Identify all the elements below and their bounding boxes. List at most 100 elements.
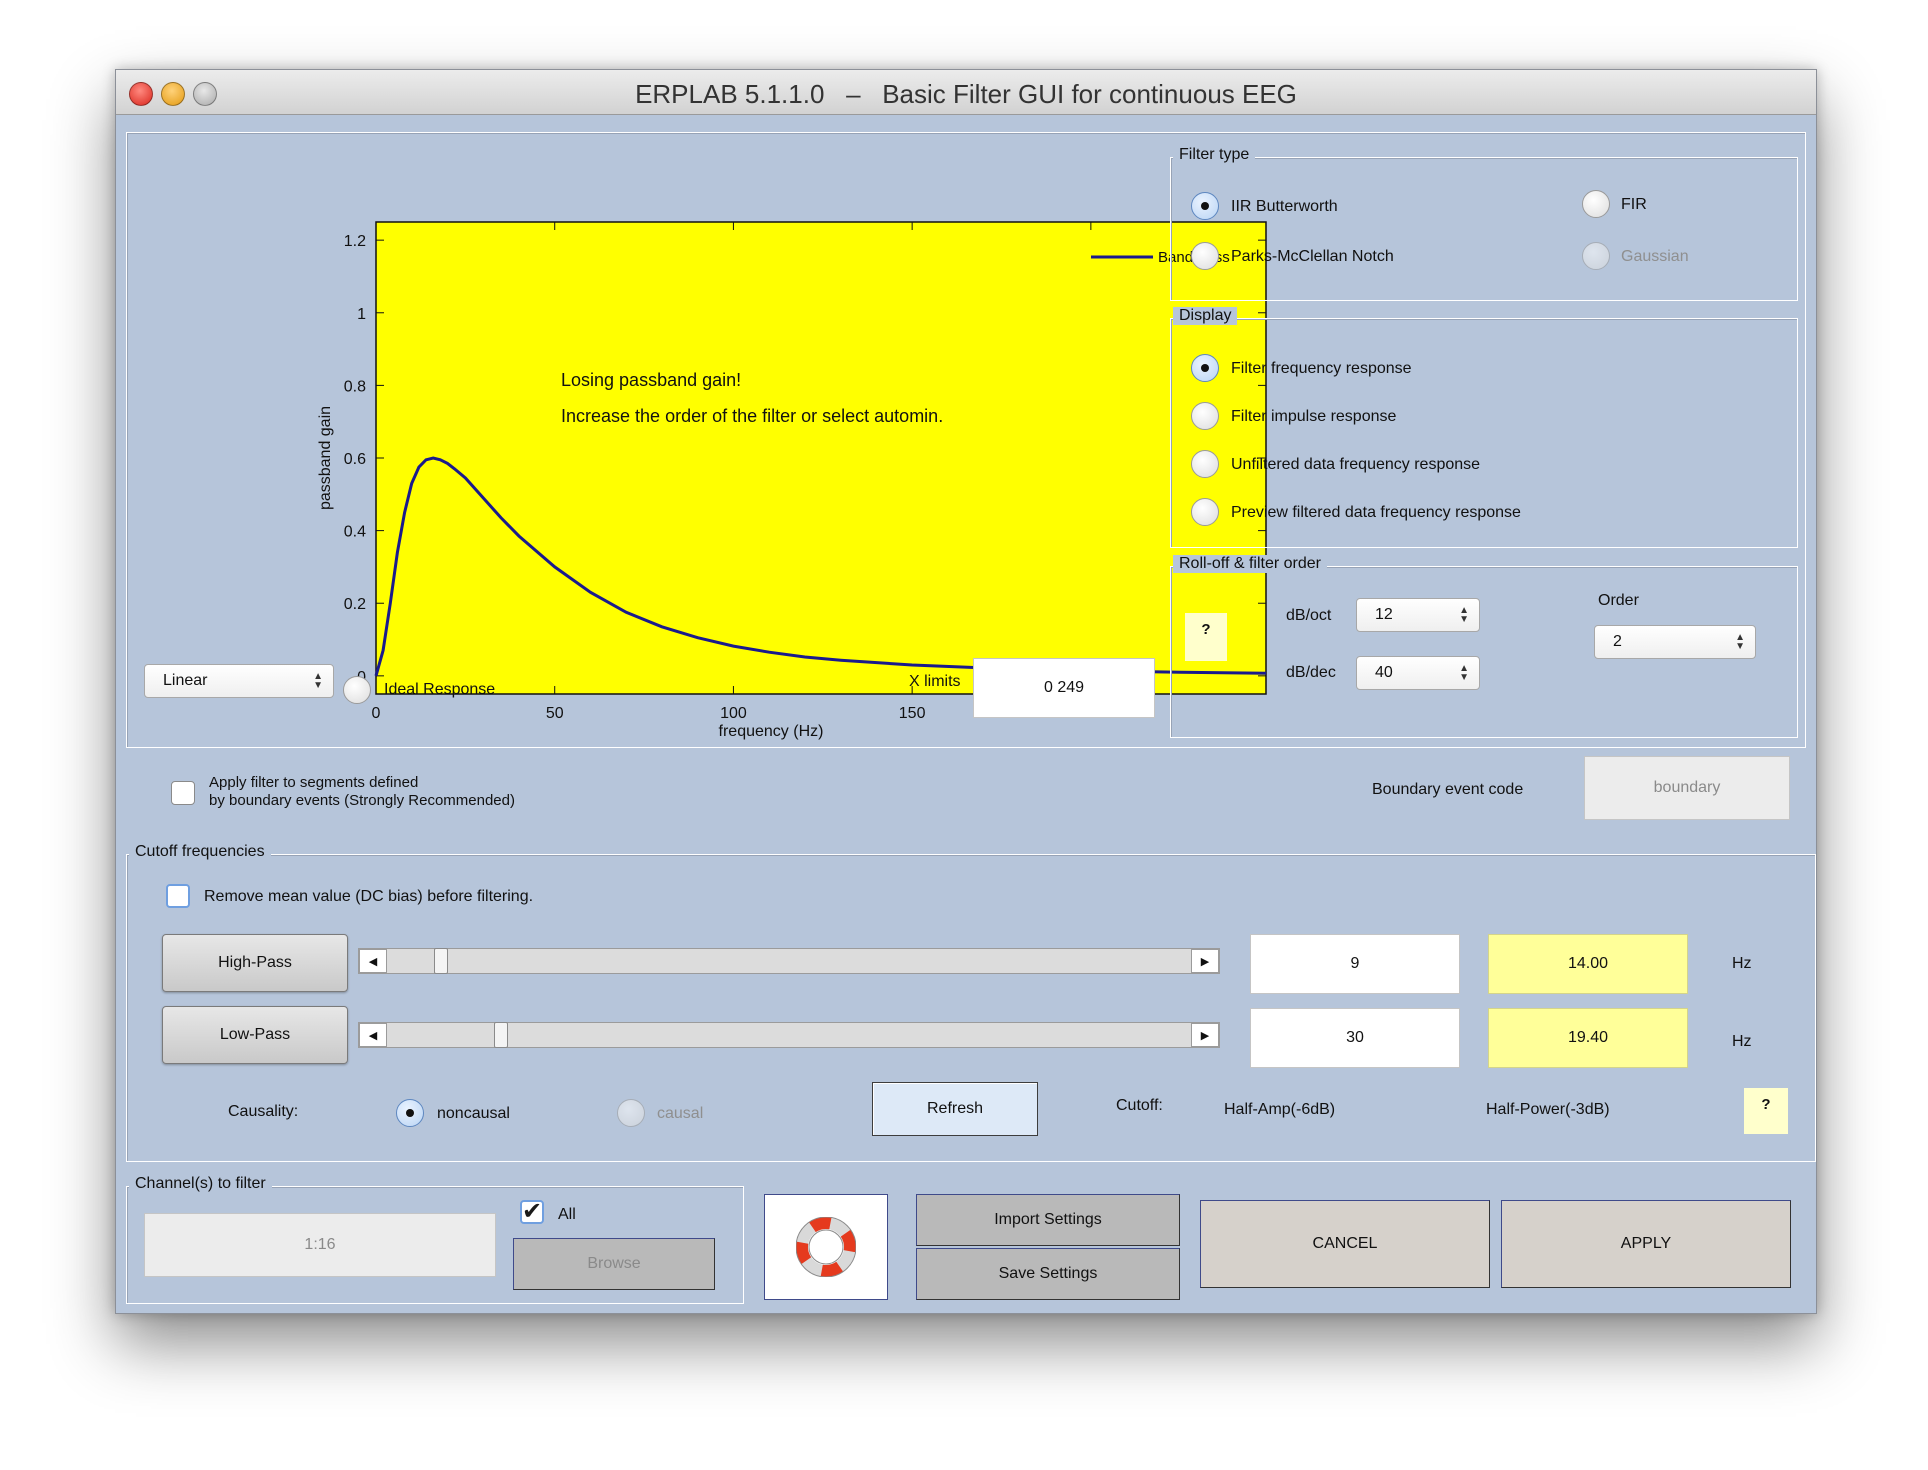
plot-area <box>375 221 1267 695</box>
apply-button[interactable]: APPLY <box>1501 1200 1791 1288</box>
refresh-button[interactable]: Refresh <box>872 1082 1038 1136</box>
gaussian-label: Gaussian <box>1621 248 1689 265</box>
remove-mean-label: Remove mean value (DC bias) before filte… <box>204 888 534 905</box>
causality-label: Causality: <box>228 1103 299 1120</box>
y-tick-label: 0.2 <box>344 596 366 613</box>
browse-button[interactable]: Browse <box>513 1238 715 1290</box>
parks-mcclellan-radio[interactable] <box>1191 242 1219 270</box>
slider-left-arrow-icon[interactable]: ◀ <box>359 1023 387 1047</box>
highpass-halfpower-value: 14.00 <box>1488 934 1688 994</box>
y-tick-label: 1 <box>357 306 366 323</box>
display-title: Display <box>1173 307 1238 325</box>
dboct-select[interactable]: 12 ▲ ▼ <box>1356 598 1480 632</box>
channels-title: Channel(s) to filter <box>129 1175 272 1193</box>
gaussian-radio[interactable] <box>1582 242 1610 270</box>
dbdec-label: dB/dec <box>1286 664 1336 681</box>
display-frequency-response-radio[interactable] <box>1191 354 1219 382</box>
display-unfiltered-data-radio[interactable] <box>1191 450 1219 478</box>
hint-annotation: Increase the order of the filter or sele… <box>561 406 943 426</box>
iir-butterworth-radio[interactable] <box>1191 192 1219 220</box>
boundary-event-code-input[interactable]: boundary <box>1584 756 1790 820</box>
xlimits-input[interactable]: 0 249 <box>973 658 1155 718</box>
cutoff-label: Cutoff: <box>1116 1097 1163 1114</box>
display-impulse-response-radio[interactable] <box>1191 402 1219 430</box>
cutoff-help-button[interactable]: ? <box>1744 1088 1788 1134</box>
x-tick-label: 0 <box>372 705 381 722</box>
all-channels-label: All <box>558 1206 576 1223</box>
warning-annotation: Losing passband gain! <box>561 370 741 390</box>
dboct-label: dB/oct <box>1286 607 1332 624</box>
title-bar: ERPLAB 5.1.1.0 – Basic Filter GUI for co… <box>116 70 1816 115</box>
highpass-input[interactable]: 9 <box>1250 934 1460 994</box>
filter-window: ERPLAB 5.1.1.0 – Basic Filter GUI for co… <box>115 69 1817 1314</box>
display-frequency-response-label: Filter frequency response <box>1231 360 1412 377</box>
lowpass-halfpower-value: 19.40 <box>1488 1008 1688 1068</box>
lifebuoy-icon <box>796 1217 856 1277</box>
parks-mcclellan-label: Parks-McClellan Notch <box>1231 248 1394 265</box>
order-select[interactable]: 2 ▲ ▼ <box>1594 625 1756 659</box>
y-tick-label: 0.4 <box>344 524 366 541</box>
lowpass-button[interactable]: Low-Pass <box>162 1006 348 1064</box>
checkmark-icon: ✔ <box>521 1198 543 1225</box>
dbdec-select[interactable]: 40 ▲ ▼ <box>1356 656 1480 690</box>
half-power-label: Half-Power(-3dB) <box>1486 1101 1610 1118</box>
window-title: ERPLAB 5.1.1.0 – Basic Filter GUI for co… <box>635 79 1297 109</box>
scale-select[interactable]: Linear ▲ ▼ <box>144 664 334 698</box>
cancel-button[interactable]: CANCEL <box>1200 1200 1490 1288</box>
half-amp-label: Half-Amp(-6dB) <box>1224 1101 1336 1118</box>
rolloff-title: Roll-off & filter order <box>1173 555 1327 573</box>
slider-left-arrow-icon[interactable]: ◀ <box>359 949 387 973</box>
scale-select-value: Linear <box>163 672 208 689</box>
select-arrows-icon: ▲ ▼ <box>313 671 323 691</box>
filter-type-title: Filter type <box>1173 146 1256 164</box>
x-axis-label: frequency (Hz) <box>719 723 824 740</box>
causal-label: causal <box>657 1105 704 1122</box>
fir-radio[interactable] <box>1582 190 1610 218</box>
y-tick-label: 0.6 <box>344 451 366 468</box>
ideal-response-radio[interactable] <box>343 676 371 704</box>
lowpass-input[interactable]: 30 <box>1250 1008 1460 1068</box>
boundary-label-line1: Apply filter to segments defined <box>209 774 419 791</box>
help-button[interactable] <box>764 1194 888 1300</box>
causal-radio[interactable] <box>617 1099 645 1127</box>
channels-input[interactable]: 1:16 <box>144 1213 496 1277</box>
highpass-slider[interactable]: ◀ ▶ <box>358 948 1220 974</box>
x-tick-label: 100 <box>720 705 747 722</box>
y-tick-label: 0.8 <box>344 378 366 395</box>
save-settings-button[interactable]: Save Settings <box>916 1248 1180 1300</box>
y-tick-label: 1.2 <box>344 233 366 250</box>
remove-mean-checkbox[interactable] <box>166 884 190 908</box>
highpass-button[interactable]: High-Pass <box>162 934 348 992</box>
slider-right-arrow-icon[interactable]: ▶ <box>1191 1023 1219 1047</box>
import-settings-button[interactable]: Import Settings <box>916 1194 1180 1246</box>
y-axis-label: passband gain <box>317 406 334 510</box>
lowpass-slider[interactable]: ◀ ▶ <box>358 1022 1220 1048</box>
noncausal-label: noncausal <box>437 1105 510 1122</box>
display-preview-filtered-label: Preview filtered data frequency response <box>1231 504 1521 521</box>
all-channels-checkbox[interactable]: ✔ <box>520 1200 544 1224</box>
highpass-slider-thumb[interactable] <box>434 948 449 974</box>
select-arrows-icon: ▲ ▼ <box>1459 663 1469 683</box>
order-label: Order <box>1598 592 1639 609</box>
rolloff-help-button[interactable]: ? <box>1185 613 1227 661</box>
boundary-event-code-label: Boundary event code <box>1372 781 1524 798</box>
display-preview-filtered-radio[interactable] <box>1191 498 1219 526</box>
dbdec-select-value: 40 <box>1375 664 1393 681</box>
cutoff-title: Cutoff frequencies <box>129 843 271 861</box>
ideal-response-label: Ideal Response <box>384 681 496 698</box>
xlimits-label: X limits <box>909 673 961 690</box>
dboct-select-value: 12 <box>1375 606 1393 623</box>
lowpass-unit: Hz <box>1732 1033 1752 1050</box>
boundary-label-line2: by boundary events (Strongly Recommended… <box>209 792 515 809</box>
display-impulse-response-label: Filter impulse response <box>1231 408 1397 425</box>
fir-label: FIR <box>1621 196 1647 213</box>
lowpass-slider-thumb[interactable] <box>493 1022 508 1048</box>
x-tick-label: 150 <box>899 705 926 722</box>
slider-right-arrow-icon[interactable]: ▶ <box>1191 949 1219 973</box>
boundary-checkbox[interactable] <box>171 781 195 805</box>
noncausal-radio[interactable] <box>396 1099 424 1127</box>
order-select-value: 2 <box>1613 633 1622 650</box>
highpass-unit: Hz <box>1732 955 1752 972</box>
x-tick-label: 50 <box>546 705 564 722</box>
display-unfiltered-data-label: Unfiltered data frequency response <box>1231 456 1481 473</box>
